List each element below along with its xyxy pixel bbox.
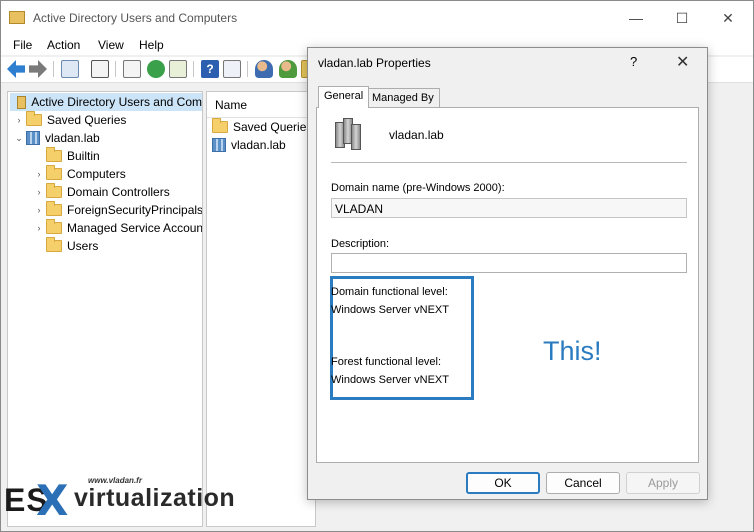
- refresh-icon[interactable]: [147, 60, 165, 78]
- list-item[interactable]: vladan.lab: [212, 136, 286, 154]
- tree-item-label: Builtin: [67, 149, 100, 163]
- folder-icon: [46, 147, 62, 162]
- tree-item-label: Saved Queries: [47, 113, 127, 127]
- console-tree-icon[interactable]: [61, 60, 79, 78]
- cancel-button[interactable]: Cancel: [546, 472, 620, 494]
- chevron-right-icon[interactable]: ›: [32, 187, 46, 197]
- back-arrow-icon[interactable]: [7, 60, 25, 78]
- toolbar-separator: [193, 61, 194, 77]
- tree-item-label: Managed Service Accoun: [67, 221, 203, 235]
- toolbar-separator: [115, 61, 116, 77]
- clipboard-icon[interactable]: [91, 60, 109, 78]
- tree-item-computers[interactable]: › Computers: [32, 165, 126, 183]
- tab-managed-by[interactable]: Managed By: [366, 88, 440, 108]
- properties-dialog: vladan.lab Properties ? ✕ General Manage…: [307, 47, 708, 500]
- help-button[interactable]: ?: [630, 54, 637, 69]
- folder-icon: [212, 118, 228, 133]
- list-item-label: vladan.lab: [231, 138, 286, 152]
- window-title: Active Directory Users and Computers: [33, 11, 238, 25]
- forest-functional-level-label: Forest functional level:: [331, 356, 442, 368]
- tree-item-label: vladan.lab: [45, 131, 100, 145]
- tree-item-label: Computers: [67, 167, 126, 181]
- dialog-title: vladan.lab Properties: [318, 56, 431, 70]
- chevron-right-icon[interactable]: ›: [32, 223, 46, 233]
- object-name: vladan.lab: [389, 128, 444, 142]
- tree-root[interactable]: Active Directory Users and Com: [10, 93, 202, 111]
- tree-item-builtin[interactable]: Builtin: [32, 147, 100, 165]
- tree-item-domain-controllers[interactable]: › Domain Controllers: [32, 183, 170, 201]
- active-directory-icon: [17, 95, 27, 109]
- chevron-right-icon[interactable]: ›: [32, 169, 46, 179]
- folder-icon: [46, 237, 62, 252]
- new-group-icon[interactable]: [279, 60, 297, 78]
- minimize-button[interactable]: —: [613, 1, 659, 35]
- description-label: Description:: [331, 238, 390, 250]
- new-user-icon[interactable]: [255, 60, 273, 78]
- watermark-logo: www.vladan.fr ES X virtualization: [0, 468, 260, 532]
- tree-root-label: Active Directory Users and Com: [31, 95, 202, 109]
- tree-item-managed-service-accounts[interactable]: › Managed Service Accoun: [32, 219, 203, 237]
- domain-name-label: Domain name (pre-Windows 2000):: [331, 182, 505, 194]
- tree-item-label: Users: [67, 239, 99, 253]
- apply-button[interactable]: Apply: [626, 472, 700, 494]
- tree-item-users[interactable]: Users: [32, 237, 98, 255]
- aduc-app-icon: [9, 11, 25, 24]
- chevron-down-icon[interactable]: ⌄: [12, 133, 26, 144]
- folder-icon: [46, 183, 62, 198]
- details-list: Name Saved Queries vladan.lab: [206, 91, 316, 527]
- menu-help[interactable]: Help: [137, 37, 166, 53]
- forward-arrow-icon[interactable]: [29, 60, 47, 78]
- toolbar-separator: [247, 61, 248, 77]
- folder-icon: [46, 201, 62, 216]
- export-icon[interactable]: [169, 60, 187, 78]
- chevron-right-icon[interactable]: ›: [32, 205, 46, 215]
- tree-item-foreign-security-principals[interactable]: › ForeignSecurityPrincipals: [32, 201, 203, 219]
- annotation-text: This!: [543, 336, 602, 366]
- list-item[interactable]: Saved Queries: [212, 118, 312, 136]
- menu-file[interactable]: File: [11, 37, 34, 53]
- console-tree: Active Directory Users and Com › Saved Q…: [7, 91, 203, 527]
- help-icon[interactable]: ?: [201, 60, 219, 78]
- folder-icon: [46, 165, 62, 180]
- folder-icon: [46, 219, 62, 234]
- tree-item-label: ForeignSecurityPrincipals: [67, 203, 203, 217]
- tab-general[interactable]: General: [318, 86, 370, 108]
- column-header-name[interactable]: Name: [207, 92, 315, 118]
- menu-view[interactable]: View: [96, 37, 126, 53]
- domain-functional-level-label: Domain functional level:: [331, 286, 448, 298]
- watermark-x: X: [36, 476, 69, 525]
- chevron-right-icon[interactable]: ›: [12, 115, 26, 125]
- toolbar-separator: [53, 61, 54, 77]
- domain-icon: [212, 138, 226, 152]
- console-view-icon[interactable]: [223, 60, 241, 78]
- forest-functional-level-value: Windows Server vNEXT: [331, 374, 449, 386]
- dialog-close-button[interactable]: ✕: [676, 52, 689, 72]
- properties-icon[interactable]: [123, 60, 141, 78]
- maximize-button[interactable]: ☐: [659, 1, 705, 35]
- domain-name-field: VLADAN: [331, 198, 687, 218]
- close-button[interactable]: ✕: [705, 1, 751, 35]
- title-bar: Active Directory Users and Computers — ☐…: [1, 1, 753, 35]
- menu-action[interactable]: Action: [45, 37, 82, 53]
- watermark-virtualization: virtualization: [74, 484, 236, 512]
- tree-item-vladan-lab[interactable]: ⌄ vladan.lab: [12, 129, 100, 147]
- tree-item-saved-queries[interactable]: › Saved Queries: [12, 111, 126, 129]
- domain-server-icon: [335, 118, 363, 150]
- domain-icon: [26, 131, 40, 145]
- folder-icon: [26, 111, 42, 126]
- tree-item-label: Domain Controllers: [67, 185, 170, 199]
- domain-functional-level-value: Windows Server vNEXT: [331, 304, 449, 316]
- list-item-label: Saved Queries: [233, 120, 313, 134]
- general-tab-panel: vladan.lab Domain name (pre-Windows 2000…: [316, 107, 699, 463]
- ok-button[interactable]: OK: [466, 472, 540, 494]
- description-input[interactable]: [331, 253, 687, 273]
- divider: [331, 162, 687, 163]
